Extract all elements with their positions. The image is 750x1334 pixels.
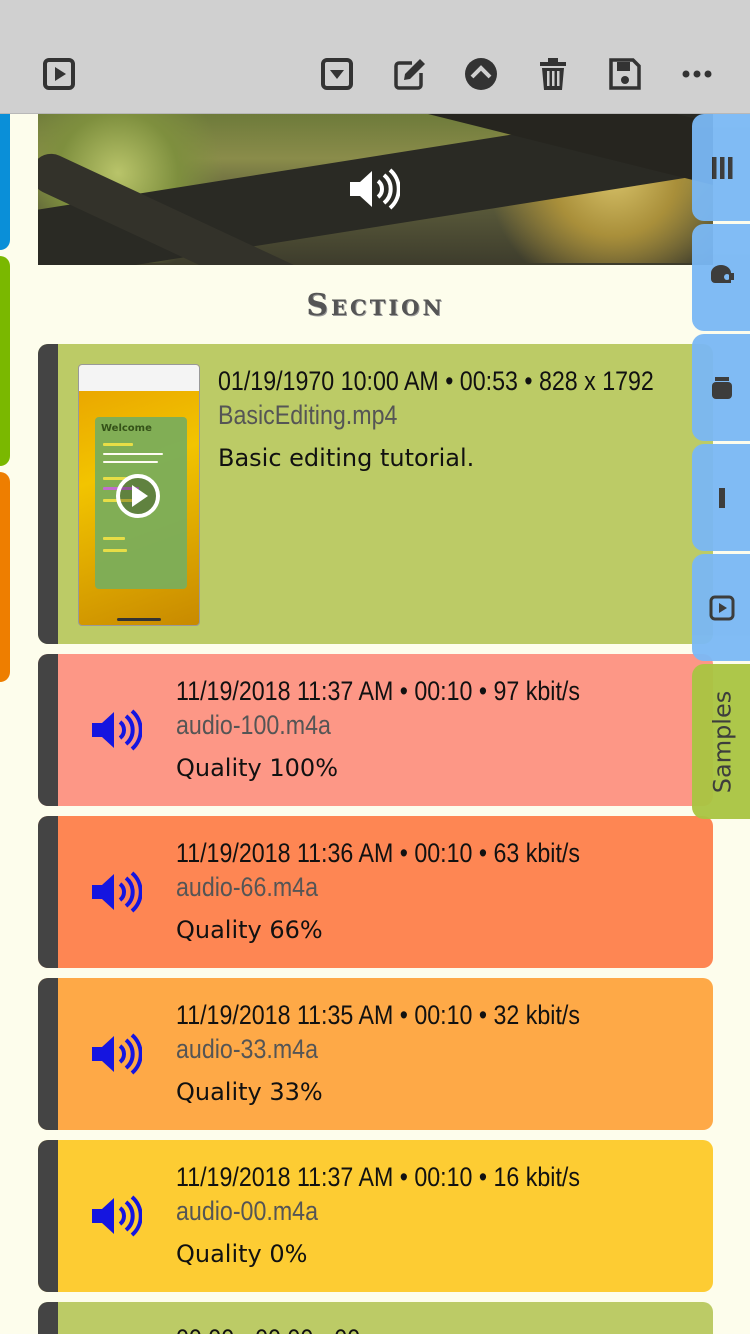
top-toolbar [0, 0, 750, 114]
item-stripe [38, 654, 58, 806]
edit-icon[interactable] [388, 52, 432, 96]
item-description: Basic editing tutorial. [218, 444, 475, 472]
item-stripe [38, 1140, 58, 1292]
item-meta: 11/19/2018 11:36 AM • 00:10 • 63 kbit/s [176, 838, 580, 868]
camera-icon [711, 264, 734, 283]
side-tab-bar[interactable] [692, 444, 750, 551]
trash-icon[interactable] [531, 52, 575, 96]
item-filename: BasicEditing.mp4 [218, 400, 398, 430]
list-item-video[interactable]: Welcome 01/19/1970 10:00 AM • 00:53 • 82… [38, 344, 713, 644]
play-square-icon [709, 595, 735, 620]
item-description: Quality 0% [176, 1240, 308, 1268]
item-filename: audio-00.m4a [176, 1196, 319, 1226]
side-tab-camera[interactable] [692, 224, 750, 331]
item-filename: audio-33.m4a [176, 1034, 319, 1064]
item-stripe [38, 816, 58, 968]
columns-icon [712, 156, 733, 179]
speaker-icon [92, 1033, 142, 1075]
item-meta: 11/19/2018 11:37 AM • 00:10 • 97 kbit/s [176, 676, 580, 706]
list-item-partial[interactable]: 00:00 • 00:00 • 00 [38, 1302, 713, 1334]
play-square-icon[interactable] [37, 52, 81, 96]
item-stripe [38, 344, 58, 644]
bar-icon [719, 487, 725, 508]
item-meta: 01/19/1970 10:00 AM • 00:53 • 828 x 1792 [218, 366, 654, 396]
item-meta: 11/19/2018 11:35 AM • 00:10 • 32 kbit/s [176, 1000, 580, 1030]
list-item-audio[interactable]: 11/19/2018 11:37 AM • 00:10 • 16 kbit/s … [38, 1140, 713, 1292]
thumb-title: Welcome [101, 423, 152, 434]
more-icon[interactable] [675, 52, 719, 96]
header-image[interactable] [38, 113, 713, 265]
list-item-audio[interactable]: 11/19/2018 11:37 AM • 00:10 • 97 kbit/s … [38, 654, 713, 806]
speaker-icon [92, 709, 142, 751]
speaker-icon [92, 871, 142, 913]
chevron-up-circle-icon[interactable] [459, 52, 503, 96]
item-filename: audio-66.m4a [176, 872, 319, 902]
item-description: Quality 66% [176, 916, 323, 944]
side-tab-columns[interactable] [692, 114, 750, 221]
save-icon[interactable] [603, 52, 647, 96]
item-meta: 00:00 • 00:00 • 00 [176, 1324, 360, 1334]
item-description: Quality 33% [176, 1078, 323, 1106]
speaker-icon [92, 1195, 142, 1237]
left-tab-green[interactable] [0, 256, 10, 466]
video-thumbnail[interactable]: Welcome [78, 364, 200, 626]
item-stripe [38, 978, 58, 1130]
section-title: Section [306, 288, 445, 323]
speaker-icon[interactable] [348, 167, 400, 211]
side-tab-samples[interactable]: Samples [692, 664, 750, 819]
side-tab-trash[interactable] [692, 334, 750, 441]
play-circle-icon[interactable] [115, 473, 161, 519]
dropdown-square-icon[interactable] [315, 52, 359, 96]
trash-can-icon [712, 376, 732, 399]
item-stripe [38, 1302, 58, 1334]
left-tab-orange[interactable] [0, 472, 10, 682]
side-tab-play[interactable] [692, 554, 750, 661]
item-meta: 11/19/2018 11:37 AM • 00:10 • 16 kbit/s [176, 1162, 580, 1192]
item-filename: audio-100.m4a [176, 710, 331, 740]
samples-label: Samples [708, 690, 736, 793]
list-item-audio[interactable]: 11/19/2018 11:35 AM • 00:10 • 32 kbit/s … [38, 978, 713, 1130]
list-item-audio[interactable]: 11/19/2018 11:36 AM • 00:10 • 63 kbit/s … [38, 816, 713, 968]
item-description: Quality 100% [176, 754, 338, 782]
